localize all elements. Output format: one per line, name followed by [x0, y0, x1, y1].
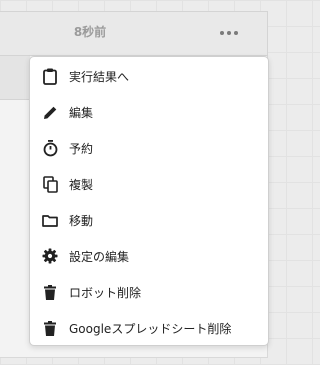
- more-dot: [227, 31, 231, 35]
- last-run-timestamp: 8秒前: [73, 25, 107, 39]
- menu-item-delete-robot[interactable]: ロボット削除: [30, 274, 268, 310]
- copy-icon: [42, 175, 58, 193]
- menu-item-duplicate[interactable]: 複製: [30, 166, 268, 202]
- menu-item-label: 設定の編集: [69, 249, 130, 264]
- trash-icon: [42, 283, 58, 301]
- clipboard-icon: [42, 67, 58, 85]
- menu-item-label: 編集: [69, 105, 94, 120]
- menu-item-label: ロボット削除: [69, 285, 142, 300]
- robot-card-section: [0, 56, 30, 100]
- menu-item-view-results[interactable]: 実行結果へ: [30, 58, 268, 94]
- trash-icon: [42, 319, 58, 337]
- menu-item-schedule[interactable]: 予約: [30, 130, 268, 166]
- folder-icon: [42, 211, 58, 229]
- more-dot: [234, 31, 238, 35]
- menu-item-move[interactable]: 移動: [30, 202, 268, 238]
- menu-item-label: 予約: [69, 141, 94, 156]
- menu-item-label: 複製: [69, 177, 94, 192]
- menu-item-label: Googleスプレッドシート削除: [69, 321, 232, 336]
- menu-item-edit[interactable]: 編集: [30, 94, 268, 130]
- more-options-button[interactable]: [218, 26, 240, 40]
- gear-icon: [42, 247, 58, 265]
- pencil-icon: [42, 103, 58, 121]
- stopwatch-icon: [42, 139, 58, 157]
- context-menu: 実行結果へ 編集 予約 複製 移動 設定の編集 ロボット削除 Googleスプレ…: [29, 56, 269, 346]
- more-horizontal-icon: [220, 31, 224, 35]
- menu-item-edit-settings[interactable]: 設定の編集: [30, 238, 268, 274]
- menu-item-label: 移動: [69, 213, 94, 228]
- menu-item-label: 実行結果へ: [69, 69, 130, 84]
- menu-item-delete-spreadsheet[interactable]: Googleスプレッドシート削除: [30, 310, 268, 346]
